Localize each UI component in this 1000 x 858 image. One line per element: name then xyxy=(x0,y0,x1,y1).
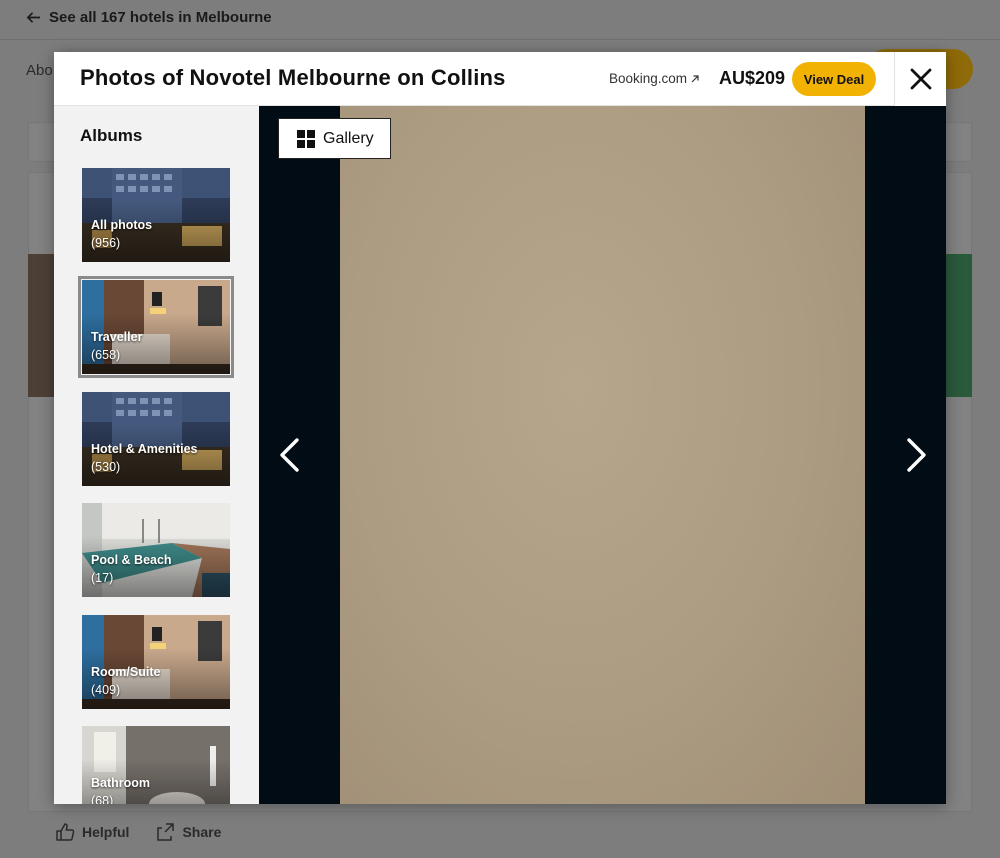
back-to-hotels-link[interactable]: See all 167 hotels in Melbourne xyxy=(26,9,272,26)
album-label: Pool & Beach xyxy=(91,553,172,567)
view-deal-button[interactable]: View Deal xyxy=(792,62,876,96)
album-traveller[interactable]: Traveller (658) xyxy=(78,276,234,378)
albums-sidebar: Albums All photos (956) Traveller (658) … xyxy=(54,106,259,804)
album-count: (658) xyxy=(91,348,121,362)
album-room-suite[interactable]: Room/Suite (409) xyxy=(82,615,230,709)
top-bar: See all 167 hotels in Melbourne xyxy=(0,0,1000,40)
album-label: Bathroom xyxy=(91,776,151,790)
album-all-photos[interactable]: All photos (956) xyxy=(82,168,230,262)
back-link-label: See all 167 hotels in Melbourne xyxy=(49,9,272,26)
album-bathroom[interactable]: Bathroom (68) xyxy=(82,726,230,804)
album-label: All photos xyxy=(91,218,153,232)
album-label: Traveller xyxy=(91,330,143,344)
album-count: (68) xyxy=(91,794,114,804)
album-pool-beach[interactable]: Pool & Beach (17) xyxy=(82,503,230,597)
album-count: (409) xyxy=(91,683,121,697)
external-link-icon xyxy=(691,74,699,82)
photo-viewer: Gallery xyxy=(259,106,946,804)
album-label: Room/Suite xyxy=(91,665,161,679)
share-button[interactable]: Share xyxy=(155,822,221,842)
share-label: Share xyxy=(182,824,222,840)
main-photo xyxy=(340,106,865,804)
helpful-label: Helpful xyxy=(82,824,130,840)
share-icon xyxy=(157,823,175,841)
album-count: (17) xyxy=(91,571,114,585)
close-icon xyxy=(910,68,931,90)
provider-link[interactable]: Booking.com xyxy=(609,71,700,86)
grid-icon xyxy=(297,129,315,148)
thumbs-up-icon xyxy=(56,823,75,841)
album-count: (956) xyxy=(91,236,121,250)
album-label: Hotel & Amenities xyxy=(91,442,198,456)
helpful-button[interactable]: Helpful xyxy=(55,822,129,842)
photo-modal: Photos of Novotel Melbourne on Collins B… xyxy=(54,52,946,804)
background-tab-about: Abo xyxy=(26,62,53,79)
close-modal-button[interactable] xyxy=(894,52,946,106)
albums-heading: Albums xyxy=(80,126,143,145)
album-count: (530) xyxy=(91,460,121,474)
gallery-label: Gallery xyxy=(323,129,374,147)
deal-price: AU$209 xyxy=(719,68,786,88)
next-photo-button[interactable] xyxy=(885,413,946,497)
album-shade xyxy=(82,726,230,804)
album-hotel-amenities[interactable]: Hotel & Amenities (530) xyxy=(82,392,230,486)
modal-header: Photos of Novotel Melbourne on Collins B… xyxy=(54,52,946,106)
chevron-left-icon xyxy=(279,438,299,472)
arrow-left-icon xyxy=(26,12,41,23)
chevron-right-icon xyxy=(906,438,926,472)
gallery-button[interactable]: Gallery xyxy=(278,118,391,159)
modal-title: Photos of Novotel Melbourne on Collins xyxy=(80,65,506,90)
provider-label: Booking.com xyxy=(609,71,688,86)
previous-photo-button[interactable] xyxy=(259,413,320,497)
review-actions: Helpful Share xyxy=(55,822,221,842)
